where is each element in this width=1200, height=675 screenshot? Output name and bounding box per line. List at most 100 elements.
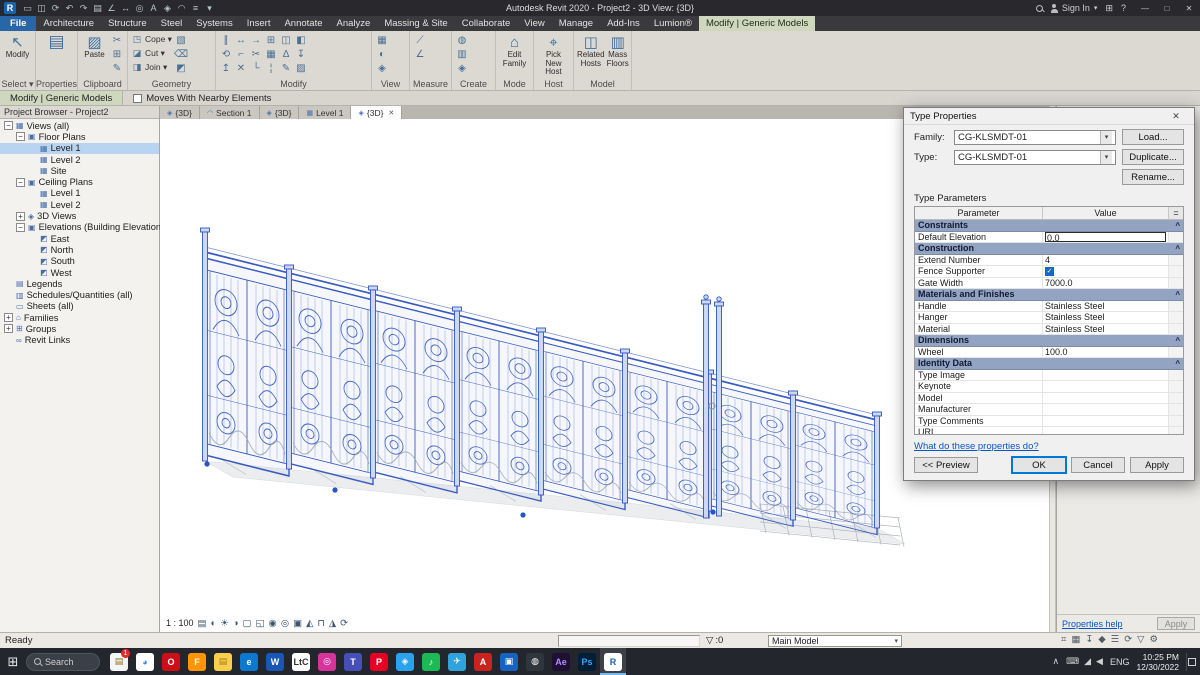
ribbon-tab[interactable]: Structure [101, 16, 154, 31]
undo-icon[interactable]: ↶ [63, 2, 76, 15]
tree-item[interactable]: ◩ South [0, 256, 159, 267]
move-icon[interactable]: ↔ [234, 33, 248, 47]
volume-icon[interactable]: ◀ [1096, 656, 1103, 667]
tree-expander[interactable]: − [16, 222, 25, 232]
parameter-value[interactable] [1043, 415, 1169, 426]
tree-item[interactable]: ◩ West [0, 267, 159, 278]
dialog-close-icon[interactable]: ✕ [1164, 108, 1188, 124]
taskbar-app[interactable]: Ae [548, 648, 574, 675]
rotate-icon[interactable]: ⟲ [219, 47, 233, 61]
ribbon-tab[interactable]: Annotate [277, 16, 329, 31]
taskbar-app[interactable]: T [340, 648, 366, 675]
revit-app-icon[interactable]: R [4, 2, 16, 14]
ok-button[interactable]: OK [1011, 456, 1067, 474]
parameter-group-row[interactable]: Materials and Finishes ^ [915, 289, 1183, 301]
taskbar-app[interactable]: O [158, 648, 184, 675]
ribbon-tab[interactable]: Insert [240, 16, 278, 31]
taskbar-app[interactable]: ◍ [522, 648, 548, 675]
parameter-group-row[interactable]: Constraints ^ [915, 220, 1183, 232]
load-button[interactable]: Load... [1122, 129, 1184, 145]
ribbon-tab[interactable]: File [0, 16, 37, 31]
collapse-chevron-icon[interactable]: ^ [1175, 290, 1180, 299]
panel-label-measure[interactable]: Measure [410, 78, 451, 90]
panel-label-host[interactable]: Host [534, 78, 573, 90]
palette-apply-button[interactable]: Apply [1157, 617, 1195, 630]
associate-parameter-cell[interactable] [1169, 381, 1183, 392]
panel-label-clipboard[interactable]: Clipboard [78, 78, 127, 90]
column-header-parameter[interactable]: Parameter [915, 207, 1043, 219]
taskbar-app[interactable]: P [366, 648, 392, 675]
associate-parameter-cell[interactable] [1169, 392, 1183, 403]
panel-label-modify[interactable]: Modify [216, 78, 371, 90]
create-group-icon[interactable]: ▥ [455, 47, 469, 61]
type-combobox[interactable]: CG-KLSMDT-01 ▾ [954, 149, 1116, 165]
trim-extend-icon[interactable]: ⌐ [234, 47, 248, 61]
ribbon-tab[interactable]: Manage [552, 16, 600, 31]
checkbox[interactable]: ✓ [1045, 266, 1054, 276]
ribbon-tab[interactable]: Add-Ins [600, 16, 647, 31]
tree-item[interactable]: ▦ Level 1 [0, 188, 159, 199]
default-3d-icon[interactable]: ◈ [375, 61, 389, 75]
network-icon[interactable]: ◢ [1084, 656, 1091, 667]
ribbon-tab[interactable]: Collaborate [455, 16, 518, 31]
taskbar-app[interactable]: ▤ [210, 648, 236, 675]
parameter-row[interactable]: Extend Number 4 [915, 254, 1183, 266]
ribbon-tab[interactable]: Lumion® [647, 16, 699, 31]
parameter-value[interactable]: Stainless Steel [1043, 300, 1169, 311]
rename-button[interactable]: Rename... [1122, 169, 1184, 185]
pick-new-host-button[interactable]: ⌖ Pick New Host [537, 33, 570, 77]
tree-item[interactable]: − ▣ Elevations (Building Elevation) [0, 222, 164, 233]
sign-in-button[interactable]: Sign In ▾ [1050, 3, 1097, 13]
paint-bucket-icon[interactable]: ▨ [294, 61, 308, 75]
text-icon[interactable]: A [147, 2, 160, 15]
tag-icon[interactable]: ◎ [133, 2, 146, 15]
ribbon-tab[interactable]: Analyze [330, 16, 378, 31]
mass-floors-button[interactable]: ▥ Mass Floors [607, 33, 629, 68]
scale-button[interactable]: 1 : 100 [166, 618, 194, 628]
panel-label-model[interactable]: Model [574, 78, 631, 90]
redo-icon[interactable]: ↷ [77, 2, 90, 15]
tree-item[interactable]: − ▣ Floor Plans [0, 131, 159, 142]
demolish-icon[interactable]: ⌫ [174, 47, 188, 61]
tree-item[interactable]: + ◈ 3D Views [0, 210, 159, 221]
tree-item[interactable]: − ▣ Ceiling Plans [0, 176, 159, 187]
filter-icon[interactable]: ▽ [1137, 634, 1144, 645]
search-icon[interactable] [1035, 4, 1043, 12]
open-icon[interactable]: ▭ [21, 2, 34, 15]
associate-parameter-cell[interactable] [1169, 369, 1183, 380]
view-tab[interactable]: ◠ Section 1 [199, 106, 260, 119]
family-combobox[interactable]: CG-KLSMDT-01 ▾ [954, 129, 1116, 145]
collapse-chevron-icon[interactable]: ^ [1175, 359, 1180, 368]
mirror-axis-icon[interactable]: ◧ [294, 33, 308, 47]
parameter-row[interactable]: Hanger Stainless Steel [915, 312, 1183, 324]
mirror-pick-icon[interactable]: ◫ [279, 33, 293, 47]
tree-item[interactable]: ▭ Sheets (all) [0, 301, 159, 312]
tree-item[interactable]: − ▦ Views (all) [0, 120, 159, 131]
combo-caret-icon[interactable]: ▾ [1100, 130, 1112, 144]
taskbar-app[interactable]: ♪ [418, 648, 444, 675]
split-icon[interactable]: ✂ [249, 47, 263, 61]
start-button[interactable]: ⊞ [0, 648, 26, 675]
minimize-button[interactable]: — [1134, 0, 1156, 16]
tree-expander[interactable]: − [4, 121, 13, 131]
associate-parameter-cell[interactable] [1169, 277, 1183, 288]
cancel-button[interactable]: Cancel [1071, 457, 1125, 473]
detail-level-icon[interactable]: ▤ [198, 618, 207, 629]
tree-expander[interactable]: + [16, 211, 25, 221]
parameter-value[interactable] [1043, 404, 1169, 415]
hidden-line-icon[interactable]: ▦ [375, 33, 389, 47]
tree-item[interactable]: ▤ Legends [0, 278, 159, 289]
section-icon[interactable]: ◠ [175, 2, 188, 15]
tree-item[interactable]: ▦ Site [0, 165, 159, 176]
unpin-icon[interactable]: ↥ [219, 61, 233, 75]
paint-icon[interactable]: ▧ [174, 33, 188, 47]
taskbar-app[interactable]: A [470, 648, 496, 675]
drag-on-selection-icon[interactable]: ☰ [1111, 634, 1120, 645]
keyboard-icon[interactable]: ⌨ [1066, 656, 1079, 667]
tree-item[interactable]: ▥ Schedules/Quantities (all) [0, 289, 159, 300]
parameter-row[interactable]: Material Stainless Steel [915, 323, 1183, 335]
background-processes-icon[interactable]: ⟳ [1124, 634, 1132, 645]
match-type-icon[interactable]: ✎ [110, 61, 124, 75]
parameter-row[interactable]: URL [915, 427, 1183, 434]
tree-expander[interactable]: − [16, 177, 25, 187]
